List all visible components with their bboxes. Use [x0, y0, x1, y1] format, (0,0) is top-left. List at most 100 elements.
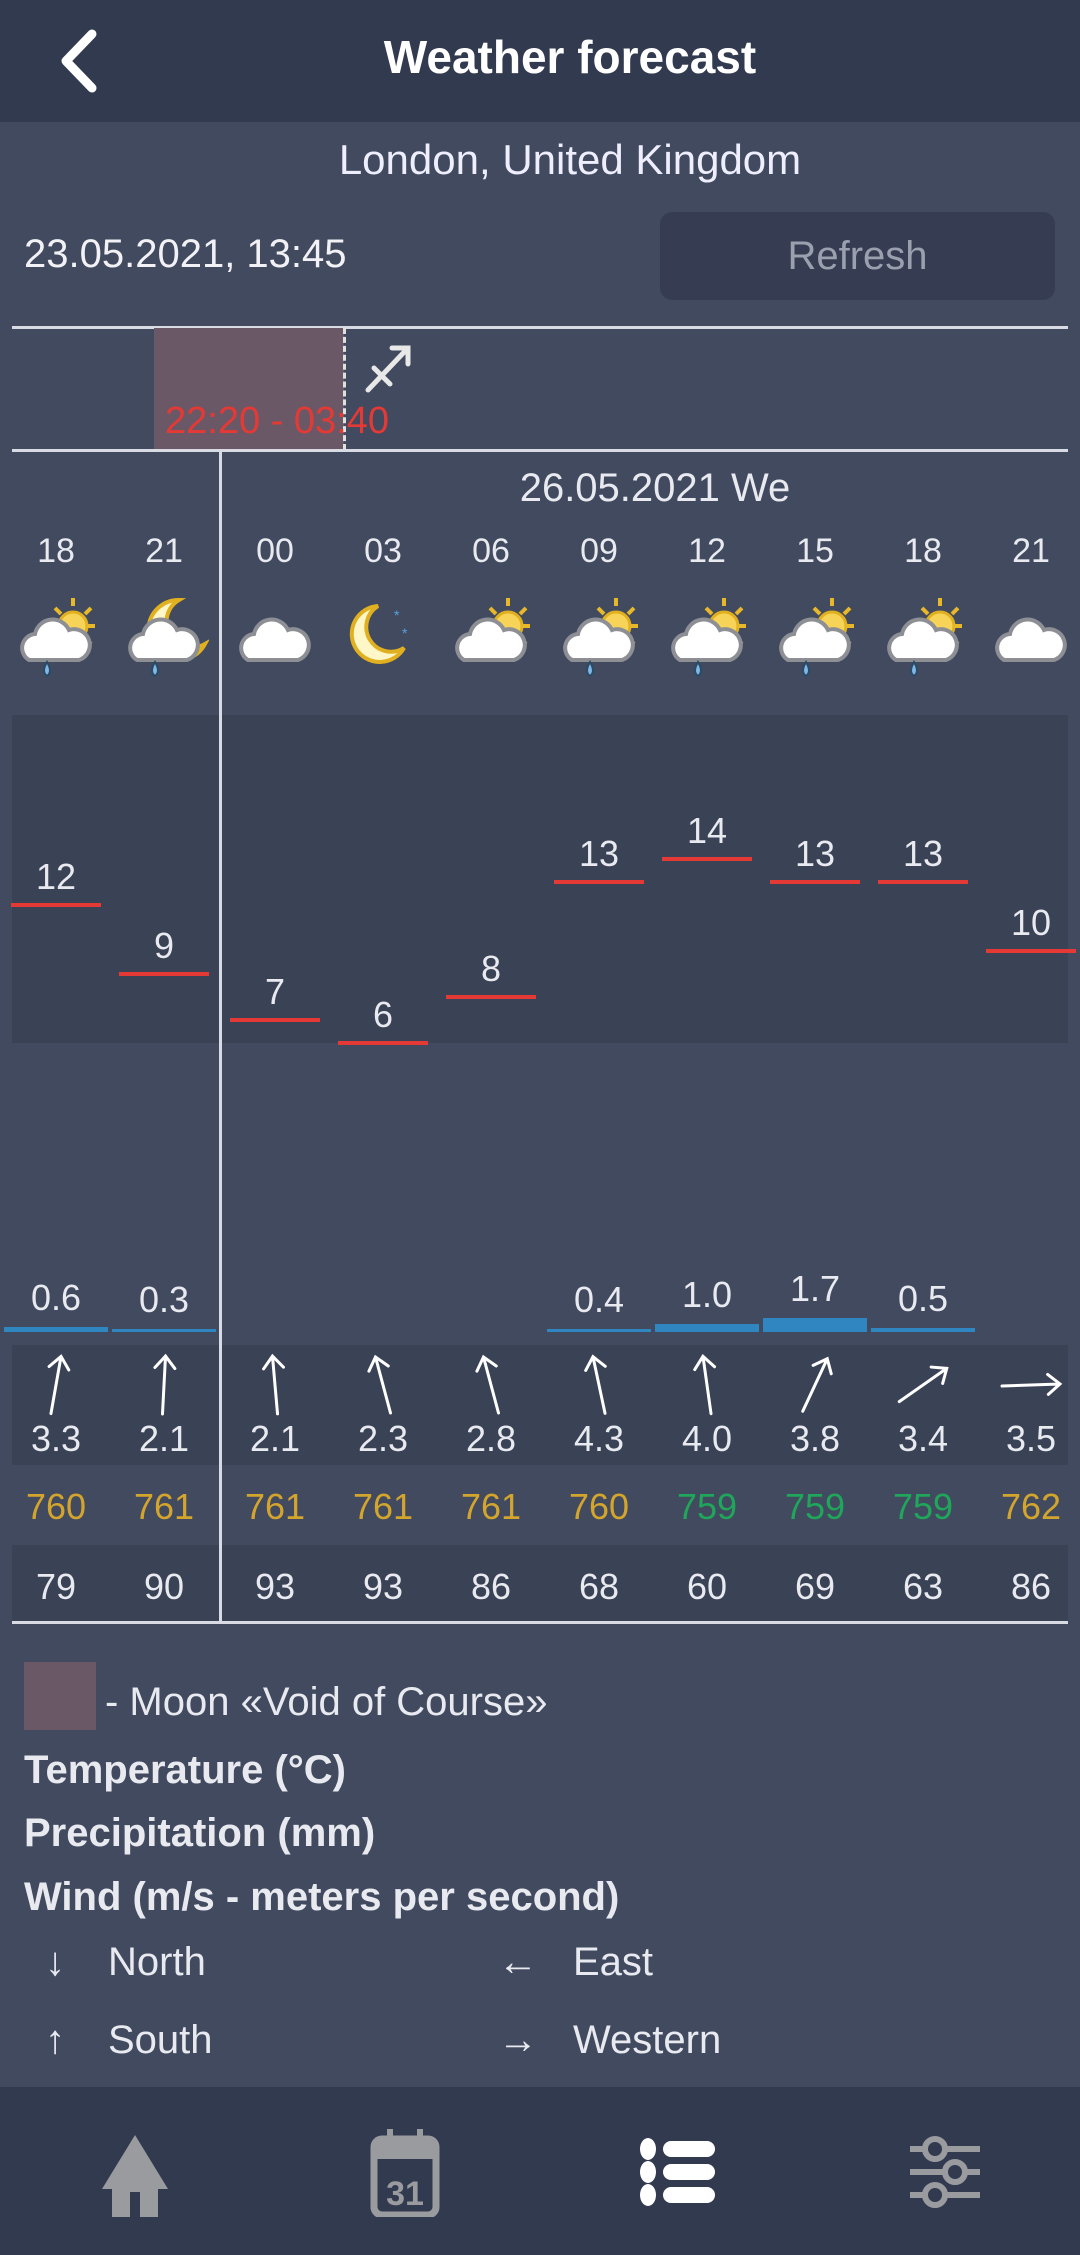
temperature-value: 8 — [480, 948, 502, 989]
svg-text:*: * — [402, 625, 408, 641]
cloud-sun-rain-icon — [2, 590, 110, 680]
temperature-line — [446, 995, 536, 999]
cloud-sun-rain-icon — [545, 590, 653, 680]
hour-label: 09 — [580, 532, 618, 570]
wind-speed: 3.5 — [1005, 1418, 1057, 1459]
temperature-value: 7 — [264, 971, 286, 1012]
cloud-icon — [977, 590, 1080, 680]
humidity-value: 93 — [362, 1566, 404, 1607]
wind-speed: 4.3 — [573, 1418, 625, 1459]
wind-arrow-icon — [653, 1352, 761, 1418]
sagittarius-icon — [365, 345, 411, 393]
cloud-moon-rain-icon — [110, 590, 218, 680]
temperature-line — [878, 880, 968, 884]
bottom-navigation: 31 — [0, 2087, 1080, 2255]
precipitation-bar — [655, 1324, 759, 1332]
divider — [12, 449, 1068, 452]
temperature-value: 13 — [578, 833, 620, 874]
list-icon[interactable] — [635, 2127, 725, 2217]
precipitation-value: 1.0 — [681, 1274, 733, 1315]
wind-speed: 2.3 — [357, 1418, 409, 1459]
wind-arrow-icon — [545, 1352, 653, 1418]
humidity-value: 86 — [470, 1566, 512, 1607]
precipitation-bar — [871, 1328, 975, 1332]
home-icon[interactable] — [90, 2127, 180, 2217]
pressure-value: 759 — [676, 1486, 738, 1527]
temperature-line — [230, 1018, 320, 1022]
temperature-value: 12 — [35, 856, 77, 897]
hour-label: 18 — [904, 532, 942, 570]
precipitation-value: 1.7 — [789, 1268, 841, 1310]
wind-arrow-icon — [869, 1352, 977, 1418]
cloud-sun-rain-icon — [869, 590, 977, 680]
wind-legend: Wind (m/s - meters per second) — [24, 1875, 620, 1919]
humidity-value: 63 — [902, 1566, 944, 1607]
precipitation-bar — [547, 1328, 651, 1332]
arrow-up-icon: ↑ — [45, 2018, 65, 2062]
hour-label: 15 — [796, 532, 834, 570]
hour-label: 03 — [364, 532, 402, 570]
precipitation-bar — [4, 1327, 108, 1332]
precipitation-legend: Precipitation (mm) — [24, 1811, 376, 1855]
wind-arrow-icon — [437, 1352, 545, 1418]
void-of-course-swatch — [24, 1662, 96, 1730]
precipitation-bar — [112, 1329, 216, 1332]
sliders-icon[interactable] — [900, 2127, 990, 2217]
temperature-legend: Temperature (°C) — [24, 1748, 346, 1792]
direction-north-label: North — [108, 1940, 206, 1984]
location-label: London, United Kingdom — [338, 136, 802, 183]
refresh-button[interactable]: Refresh — [660, 212, 1055, 300]
hour-label: 12 — [688, 532, 726, 570]
temperature-band — [12, 715, 1068, 1043]
calendar-icon[interactable]: 31 — [360, 2127, 450, 2217]
temperature-line — [338, 1041, 428, 1045]
moon-stars-icon: * * — [329, 590, 437, 680]
temperature-line — [119, 972, 209, 976]
humidity-value: 69 — [794, 1566, 836, 1607]
wind-arrow-icon — [2, 1352, 110, 1418]
calendar-day: 31 — [386, 2175, 424, 2213]
pressure-value: 760 — [25, 1486, 87, 1527]
precipitation-value: 0.6 — [30, 1277, 82, 1319]
pressure-value: 759 — [892, 1486, 954, 1527]
temperature-value: 6 — [372, 994, 394, 1035]
precipitation-bar — [763, 1318, 867, 1332]
wind-speed: 4.0 — [681, 1418, 733, 1459]
wind-speed: 2.8 — [465, 1418, 517, 1459]
direction-east-label: East — [573, 1940, 654, 1984]
precipitation-value: 0.4 — [573, 1278, 625, 1320]
temperature-line — [986, 949, 1076, 953]
precipitation-value: 0.5 — [897, 1278, 949, 1319]
wind-speed: 3.3 — [30, 1418, 82, 1459]
temperature-value: 14 — [686, 810, 728, 851]
wind-arrow-icon — [761, 1352, 869, 1418]
temperature-line — [662, 857, 752, 861]
temperature-line — [554, 880, 644, 884]
pressure-value: 761 — [352, 1486, 414, 1527]
pressure-value: 761 — [460, 1486, 522, 1527]
arrow-left-icon: ← — [498, 1940, 538, 1984]
wind-speed: 2.1 — [249, 1418, 301, 1459]
divider — [12, 1621, 1068, 1624]
temperature-value: 10 — [1010, 902, 1052, 943]
void-of-course-time: 22:20 - 03:40 — [165, 400, 389, 442]
humidity-value: 68 — [578, 1566, 620, 1607]
humidity-value: 93 — [254, 1566, 296, 1607]
temperature-value: 13 — [794, 833, 836, 874]
cloud-icon — [221, 590, 329, 680]
wind-speed: 2.1 — [138, 1418, 190, 1459]
wind-arrow-icon — [329, 1352, 437, 1418]
direction-south-label: South — [108, 2018, 213, 2062]
pressure-value: 759 — [784, 1486, 846, 1527]
pressure-value: 761 — [244, 1486, 306, 1527]
humidity-value: 90 — [143, 1566, 185, 1607]
app-header: Weather forecast — [0, 0, 1080, 122]
hour-label: 21 — [1012, 532, 1050, 570]
temperature-value: 9 — [153, 925, 175, 966]
cloud-sun-rain-icon — [653, 590, 761, 680]
datetime-label: 23.05.2021, 13:45 — [24, 232, 347, 276]
wind-arrow-icon — [977, 1352, 1080, 1418]
pressure-value: 760 — [568, 1486, 630, 1527]
wind-speed: 3.8 — [789, 1418, 841, 1459]
direction-western-label: Western — [573, 2018, 722, 2062]
